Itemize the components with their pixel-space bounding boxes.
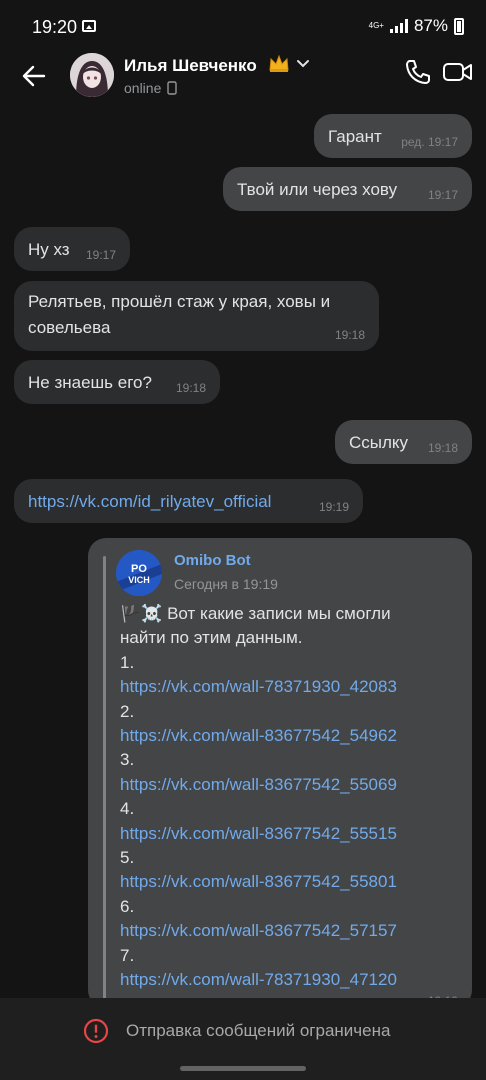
battery-percent: 87%	[413, 16, 448, 35]
message-text: Гарант	[328, 127, 382, 146]
message-bubble-incoming[interactable]: Не знаешь его? 19:18	[14, 360, 220, 404]
contact-avatar[interactable]	[70, 53, 114, 97]
bot-sender-name[interactable]: Omibo Bot	[174, 552, 251, 569]
restricted-notice-text: Отправка сообщений ограничена	[126, 1021, 391, 1040]
bot-avatar[interactable]: PO VICH	[116, 550, 162, 596]
message-text: Ссылку	[349, 433, 409, 452]
result-number: 1.	[120, 652, 135, 672]
message-text-line: совельева	[28, 318, 111, 337]
forwarded-message-card[interactable]: PO VICH Omibo Bot Сегодня в 19:19 🏴☠️ Во…	[88, 538, 472, 1008]
bot-intro-line: найти по этим данным.	[120, 628, 303, 648]
pirate-flag-emoji: 🏴☠️	[120, 604, 163, 623]
message-time: 19:17	[85, 248, 116, 262]
mobile-device-icon	[167, 81, 178, 95]
message-time: 19:18	[175, 381, 206, 395]
crown-icon	[269, 54, 289, 72]
message-time: 19:19	[318, 500, 349, 514]
contact-name[interactable]: Илья Шевченко	[124, 56, 257, 76]
result-number: 4.	[120, 799, 135, 819]
status-bar: 19:20 4G+ 87%	[0, 0, 486, 52]
message-time: 19:17	[427, 188, 458, 202]
chat-header: Илья Шевченко online	[0, 52, 486, 108]
message-bubble-incoming[interactable]: Релятьев, прошёл стаж у края, ховы и сов…	[14, 281, 379, 351]
result-number: 7.	[120, 945, 135, 965]
status-time: 19:20	[32, 17, 78, 37]
result-number: 6.	[120, 896, 135, 916]
result-link[interactable]: https://vk.com/wall-83677542_55069	[120, 773, 465, 797]
message-bubble-incoming[interactable]: https://vk.com/id_rilyatev_official 19:1…	[14, 479, 363, 523]
result-link[interactable]: https://vk.com/wall-83677542_55801	[120, 870, 465, 894]
bot-intro-text: Вот какие записи мы смогли	[167, 604, 391, 623]
message-time: ред. 19:17	[401, 135, 458, 149]
back-arrow-icon[interactable]	[20, 62, 48, 90]
message-bubble-outgoing[interactable]: Гарант ред. 19:17	[314, 114, 472, 158]
presence-label: online	[124, 80, 162, 96]
message-link[interactable]: https://vk.com/id_rilyatev_official	[28, 492, 271, 511]
video-call-icon[interactable]	[442, 60, 474, 84]
bot-avatar-text-bottom: VICH	[128, 575, 150, 585]
bot-sent-time: Сегодня в 19:19	[174, 576, 278, 592]
forward-indicator-bar	[103, 556, 106, 1008]
gallery-notification-icon	[82, 20, 96, 32]
status-right: 4G+ 87%	[369, 16, 464, 36]
result-link[interactable]: https://vk.com/wall-78371930_47120	[120, 968, 465, 992]
restricted-notice-bar: Отправка сообщений ограничена	[0, 998, 486, 1080]
message-text: Не знаешь его?	[28, 373, 152, 392]
result-link[interactable]: https://vk.com/wall-78371930_42083	[120, 675, 465, 699]
bot-avatar-text-top: PO	[131, 563, 147, 575]
message-time: 19:18	[334, 328, 365, 342]
bot-message-body: 🏴☠️ Вот какие записи мы смогли найти по …	[120, 602, 465, 993]
result-link[interactable]: https://vk.com/wall-83677542_55515	[120, 822, 465, 846]
result-link[interactable]: https://vk.com/wall-83677542_57157	[120, 919, 465, 943]
message-text-line: Релятьев, прошёл стаж у края, ховы и	[28, 292, 331, 311]
message-text: Ну хз	[28, 240, 70, 259]
result-number: 3.	[120, 750, 135, 770]
battery-icon	[454, 17, 464, 35]
message-bubble-outgoing[interactable]: Твой или через хову 19:17	[223, 167, 472, 211]
phone-call-icon[interactable]	[404, 58, 432, 86]
signal-icon	[389, 19, 408, 33]
result-number: 5.	[120, 848, 135, 868]
presence-status: online	[124, 80, 178, 96]
network-type-icon: 4G+	[368, 21, 384, 30]
message-text: Твой или через хову	[237, 180, 398, 199]
message-time: 19:18	[427, 441, 458, 455]
warning-icon	[83, 1018, 109, 1044]
message-bubble-outgoing[interactable]: Ссылку 19:18	[335, 420, 472, 464]
gesture-nav-bar[interactable]	[180, 1066, 306, 1071]
chevron-down-icon[interactable]	[296, 58, 310, 70]
bot-intro-line: 🏴☠️ Вот какие записи мы смогли	[120, 602, 465, 626]
result-number: 2.	[120, 701, 135, 721]
message-bubble-incoming[interactable]: Ну хз 19:17	[14, 227, 130, 271]
result-link[interactable]: https://vk.com/wall-83677542_54962	[120, 724, 465, 748]
